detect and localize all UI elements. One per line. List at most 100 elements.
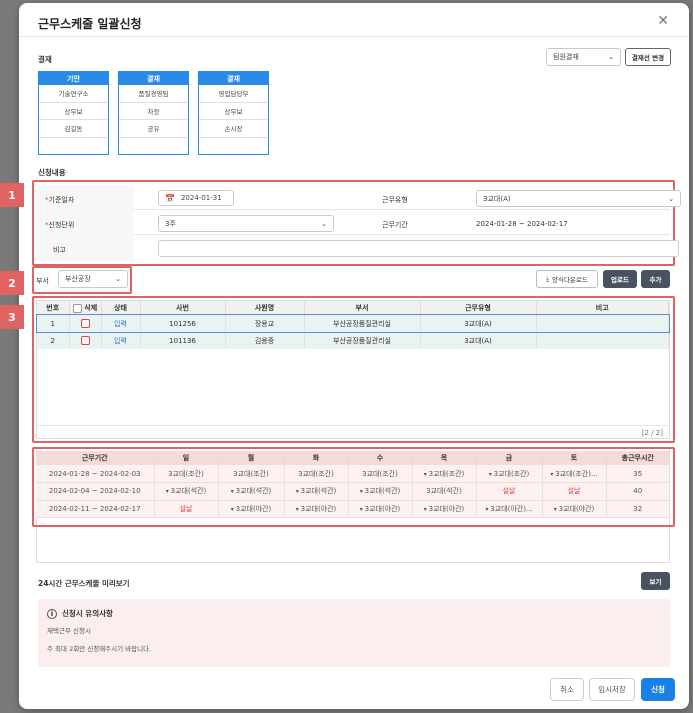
approval-box-approver-1: 결재 품질경영팀 차장 공유 <box>118 71 189 155</box>
schedule-day-cell[interactable]: ▾ 3교대(야간)... <box>476 500 543 518</box>
select-all-checkbox[interactable] <box>72 303 82 313</box>
info-icon: i <box>47 608 57 619</box>
unit-value: 3주 <box>165 219 176 228</box>
add-button[interactable]: 추가 <box>641 270 670 288</box>
schedule-day-value: 설날 <box>567 487 581 496</box>
col-status: 상태 <box>101 301 141 315</box>
calendar-icon[interactable]: 📅 <box>165 194 175 203</box>
badge-1: 1 <box>0 183 24 207</box>
badge-3: 3 <box>0 305 24 329</box>
row-delete-cell <box>69 332 102 349</box>
bulk-schedule-modal: 근무스케줄 일괄신청 ✕ 결재 팀원결재 ⌄ 결재선 변경 기안 기술연구소 상무… <box>0 3 689 709</box>
schedule-day-value: 3교대(조간) <box>298 469 334 478</box>
schedule-day-cell[interactable]: ▾ 3교대(야간) <box>542 500 607 518</box>
unit-select[interactable]: 3주 ⌄ <box>158 215 334 232</box>
schedule-day-value: 3교대(야간) <box>364 504 401 513</box>
schedule-day-cell[interactable]: ▾ 3교대(석간) <box>218 482 285 501</box>
row-dept: 부산공장품질관리실 <box>304 332 421 349</box>
chevron-down-icon: ⌄ <box>321 219 327 228</box>
schedule-day-cell[interactable]: 3교대(석간) <box>412 482 477 501</box>
chevron-down-icon: ⌄ <box>608 53 614 61</box>
schedule-day-cell[interactable]: ▾ 3교대(야간) <box>218 500 285 518</box>
approval-rank: 상무보 <box>199 103 268 120</box>
schedule-day-cell[interactable]: 3교대(조간) <box>154 465 219 483</box>
submit-button[interactable]: 신청 <box>641 678 675 701</box>
notice-line-2: 주 최대 2회만 신청해주시기 바랍니다. <box>47 645 152 653</box>
modal-title: 근무스케줄 일괄신청 <box>38 17 142 31</box>
upload-button[interactable]: 업로드 <box>603 270 637 288</box>
col-emp-id: 사번 <box>140 301 226 315</box>
col-work-type: 근무유형 <box>420 301 537 315</box>
schedule-day-value: 3교대(조간) <box>493 469 530 478</box>
note-input[interactable] <box>158 240 679 257</box>
temp-save-button[interactable]: 임시저장 <box>589 678 635 701</box>
schedule-day-cell[interactable]: 3교대(조간) <box>348 465 413 483</box>
base-date-value: 2024-01-31 <box>180 194 222 202</box>
dept-value: 부산공장 <box>65 275 91 283</box>
row-emp-name: 김용중 <box>225 332 305 349</box>
col-period: 근무기간 <box>36 451 155 465</box>
schedule-day-value: 설날 <box>502 487 516 496</box>
preview-button[interactable]: 보기 <box>641 572 670 590</box>
approval-rank: 상무보 <box>39 103 108 120</box>
schedule-day-cell[interactable]: 3교대(조간) <box>284 465 349 483</box>
dept-label: 부서 <box>36 277 49 285</box>
approval-type-select[interactable]: 팀원결재 ⌄ <box>546 48 621 66</box>
schedule-day-value: 3교대(석간) <box>170 487 207 496</box>
col-delete-label: 삭제 <box>84 304 98 312</box>
schedule-day-cell[interactable]: ▾ 3교대(야간) <box>412 500 477 518</box>
schedule-day-cell[interactable]: 설날 <box>154 500 219 518</box>
schedule-day-cell[interactable]: ▾ 3교대(야간) <box>284 500 349 518</box>
unit-label-text: 신청단위 <box>48 221 75 229</box>
table-row[interactable]: 1 입력 101256 장용교 부산공장품질관리실 3교대(A) <box>36 314 670 333</box>
period-label: 근무기간 <box>382 221 408 229</box>
table-row[interactable]: 2 입력 101136 김용중 부산공장품질관리실 3교대(A) <box>37 332 669 349</box>
schedule-day-value: 3교대(조간) <box>233 469 269 478</box>
row-no: 1 <box>37 315 70 332</box>
approval-sign <box>119 138 188 156</box>
delete-checkbox[interactable] <box>80 319 90 328</box>
schedule-day-cell[interactable]: 3교대(조간) <box>218 465 285 483</box>
badge-2: 2 <box>0 271 24 295</box>
schedule-day-cell[interactable]: ▾ 3교대(석간) <box>154 482 219 501</box>
schedule-row: 2024-02-04 ~ 2024-02-10 ▾ 3교대(석간) ▾ 3교대(석간… <box>36 482 670 501</box>
schedule-day-cell[interactable]: 설날 <box>542 482 607 501</box>
schedule-day-value: 3교대(석간) <box>364 487 401 496</box>
cancel-button[interactable]: 취소 <box>550 678 584 701</box>
schedule-day-cell[interactable]: ▾ 3교대(조간) <box>476 465 543 483</box>
request-section-label: 신청내용 <box>38 168 66 177</box>
schedule-day-cell[interactable]: ▾ 3교대(야간) <box>348 500 413 518</box>
schedule-day-value: 3교대(석간) <box>235 487 272 496</box>
notice-title-text: 신청시 유의사항 <box>62 609 113 618</box>
col-dept: 부서 <box>304 301 421 315</box>
schedule-day-cell[interactable]: ▾ 3교대(조간) <box>412 465 477 483</box>
dept-select[interactable]: 부산공장 ⌄ <box>58 270 128 288</box>
base-date-input[interactable]: 📅 2024-01-31 <box>158 190 234 206</box>
approval-rank: 차장 <box>119 103 188 120</box>
schedule-day-cell[interactable]: ▾ 3교대(조간)... <box>542 465 607 483</box>
close-icon[interactable]: ✕ <box>657 13 669 29</box>
schedule-row: 2024-01-28 ~ 2024-02-03 3교대(조간) 3교대(조간) 3교대… <box>36 465 670 483</box>
work-type-select[interactable]: 3교대(A) ⌄ <box>476 190 681 207</box>
delete-checkbox[interactable] <box>80 336 90 345</box>
chevron-down-icon: ⌄ <box>115 275 121 283</box>
employee-table-header: 번호 삭제 상태 사번 사원명 부서 근무유형 비고 <box>37 301 669 315</box>
approval-dept: 품질경영팀 <box>119 85 188 103</box>
work-type-label: 근무유형 <box>382 196 408 204</box>
schedule-day-value: 설날 <box>179 504 193 513</box>
col-thu: 목 <box>412 451 477 465</box>
schedule-day-value: 3교대(야간) <box>428 504 465 513</box>
schedule-day-cell[interactable]: ▾ 3교대(석간) <box>284 482 349 501</box>
approval-box-head: 기안 <box>39 72 108 85</box>
change-approval-line-button[interactable]: 결재선 변경 <box>625 48 671 66</box>
schedule-day-value: 3교대(야간) <box>300 504 337 513</box>
employee-table: 번호 삭제 상태 사번 사원명 부서 근무유형 비고 1 입력 101256 장… <box>36 300 670 439</box>
col-sat: 토 <box>542 451 607 465</box>
schedule-total: 40 <box>606 482 670 501</box>
schedule-day-cell[interactable]: 설날 <box>476 482 543 501</box>
row-work-type: 3교대(A) <box>420 332 537 349</box>
approval-box-head: 결재 <box>119 72 188 85</box>
template-download-button[interactable]: ⤓ 양식다운로드 <box>536 270 598 288</box>
schedule-day-cell[interactable]: ▾ 3교대(석간) <box>348 482 413 501</box>
col-total-hours: 총근무시간 <box>606 451 670 465</box>
